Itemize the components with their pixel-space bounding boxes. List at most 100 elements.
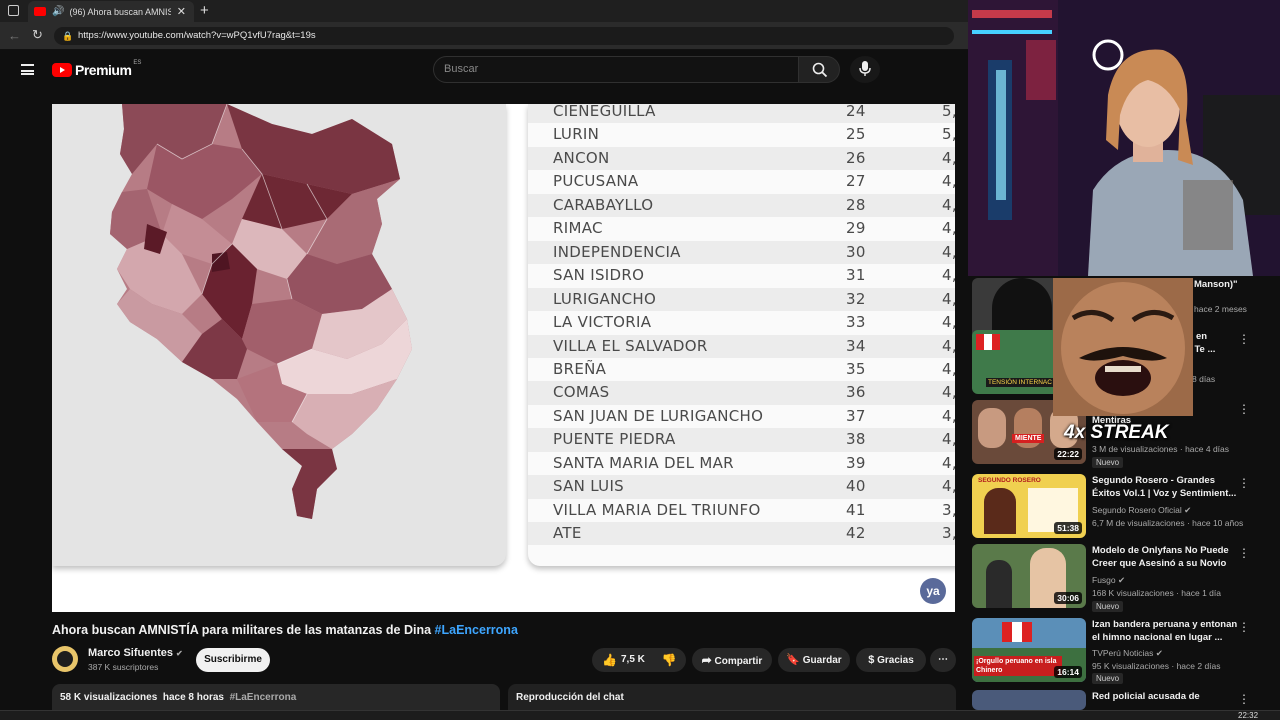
district-value: 4, xyxy=(942,313,955,332)
new-tab-icon[interactable]: + xyxy=(200,2,209,19)
subscriber-count: 387 K suscriptores xyxy=(88,662,159,672)
recommendation-item[interactable]: 30:06 Modelo de Onlyfans No Puede Creer q… xyxy=(972,544,1268,612)
speaker-icon[interactable]: 🔊 xyxy=(52,6,64,17)
recommendation-thumbnail[interactable] xyxy=(972,690,1086,710)
new-badge: Nuevo xyxy=(1092,601,1124,612)
table-row: SAN LUIS 40 4, xyxy=(528,475,955,499)
recommendation-title[interactable]: Manson)" xyxy=(1194,278,1280,291)
lima-districts-map xyxy=(110,104,412,519)
recommendation-channel[interactable]: Segundo Rosero Oficial ✔ xyxy=(1092,505,1191,516)
channel-avatar[interactable] xyxy=(52,646,78,672)
recommendation-title[interactable]: Red policial acusada de xyxy=(1092,690,1252,703)
recommendation-channel[interactable]: TVPerú Noticias ✔ xyxy=(1092,648,1163,659)
youtube-logo[interactable]: Premium ES xyxy=(52,60,141,78)
table-row: SANTA MARIA DEL MAR 39 4, xyxy=(528,452,955,475)
district-name: SAN LUIS xyxy=(553,477,624,496)
streak-counter: 4x STREAK xyxy=(1064,422,1169,443)
channel-name-text: Segundo Rosero Oficial xyxy=(1092,505,1182,515)
table-row: ANCON 26 4, xyxy=(528,146,955,171)
table-row: BREÑA 35 4, xyxy=(528,358,955,381)
district-name: RIMAC xyxy=(553,219,603,238)
district-rank: 32 xyxy=(846,289,866,308)
channel-watermark[interactable]: ya xyxy=(920,578,946,604)
search-button[interactable] xyxy=(798,56,840,83)
back-icon[interactable]: ← xyxy=(8,28,21,43)
map-panel xyxy=(52,104,506,566)
recommendation-title[interactable]: Izan bandera peruana y entonan el himno n… xyxy=(1092,618,1252,644)
district-rank: 26 xyxy=(846,148,866,167)
thumbs-up-icon: 👍 xyxy=(602,653,617,667)
district-value: 5, xyxy=(942,104,955,120)
more-horizontal-icon: ⋯ xyxy=(938,654,948,665)
video-duration: 51:38 xyxy=(1054,522,1082,534)
share-button[interactable]: ➦ Compartir xyxy=(692,648,772,672)
more-options-icon[interactable]: ⋮ xyxy=(1238,476,1250,490)
district-rank: 33 xyxy=(846,313,866,332)
thumbnail-caption: SEGUNDO ROSERO xyxy=(978,477,1041,484)
recommendation-title[interactable]: Modelo de Onlyfans No Puede Creer que Ase… xyxy=(1092,544,1252,570)
thanks-button[interactable]: $ Gracias xyxy=(856,648,926,672)
subscribe-button[interactable]: Suscribirme xyxy=(196,648,270,672)
district-name: INDEPENDENCIA xyxy=(553,242,681,261)
recommendation-item[interactable]: SEGUNDO ROSERO 51:38 Segundo Rosero - Gr… xyxy=(972,474,1268,538)
watermark-text: ya xyxy=(926,584,940,598)
bookmark-icon: 🔖 xyxy=(786,654,800,666)
recommendation-item[interactable]: ¡Orgullo peruano en isla Chinero 16:14 I… xyxy=(972,618,1268,684)
window-menu-icon[interactable] xyxy=(8,5,19,16)
more-options-icon[interactable]: ⋮ xyxy=(1238,692,1250,706)
verified-icon: ✔ xyxy=(176,649,183,658)
table-row: CIENEGUILLA 24 5, xyxy=(528,104,955,124)
district-rank: 31 xyxy=(846,266,866,285)
recommendation-title[interactable]: Segundo Rosero - Grandes Éxitos Vol.1 | V… xyxy=(1092,474,1252,500)
district-rank: 35 xyxy=(846,359,866,378)
save-label: Guardar xyxy=(802,655,842,666)
recommendation-title[interactable]: O en o Te ... xyxy=(1186,330,1280,356)
reload-icon[interactable]: ↻ xyxy=(32,27,43,43)
video-title-hashtag[interactable]: #LaEncerrona xyxy=(435,623,518,637)
district-rank: 41 xyxy=(846,500,866,519)
district-value: 4, xyxy=(942,289,955,308)
table-row: INDEPENDENCIA 30 4, xyxy=(528,240,955,265)
more-options-icon[interactable]: ⋮ xyxy=(1238,402,1250,416)
recommendation-thumbnail[interactable]: ¡Orgullo peruano en isla Chinero 16:14 xyxy=(972,618,1086,682)
table-row: CARABAYLLO 28 4, xyxy=(528,193,955,218)
district-value: 4, xyxy=(942,242,955,261)
search-input[interactable]: Buscar xyxy=(433,56,799,83)
description-hashtag[interactable]: #LaEncerrona xyxy=(230,692,297,703)
recommendation-thumbnail[interactable]: 30:06 xyxy=(972,544,1086,608)
recommendation-meta: hace 2 meses xyxy=(1194,304,1247,314)
channel-name[interactable]: Marco Sifuentes ✔ xyxy=(88,647,183,659)
recommendation-channel[interactable]: Fusgo ✔ xyxy=(1092,575,1125,586)
thanks-dollar-icon: $ xyxy=(868,654,875,666)
hamburger-menu-icon[interactable] xyxy=(21,64,34,75)
district-value: 4, xyxy=(942,336,955,355)
recommendation-title-line: Izan bandera peruana y entonan xyxy=(1092,619,1238,630)
recommendation-thumbnail[interactable]: SEGUNDO ROSERO 51:38 xyxy=(972,474,1086,538)
video-player[interactable]: CIENEGUILLA245,LURIN255,ANCON264,PUCUSAN… xyxy=(52,104,955,612)
district-value: 5, xyxy=(942,125,955,144)
meme-overlay xyxy=(1053,278,1193,416)
more-options-icon[interactable]: ⋮ xyxy=(1238,620,1250,634)
district-rank: 28 xyxy=(846,195,866,214)
video-duration: 16:14 xyxy=(1054,666,1082,678)
district-name: PUCUSANA xyxy=(553,172,639,191)
browser-tab[interactable]: 🔊 (96) Ahora buscan AMNISTÍA ✕ xyxy=(28,1,194,22)
like-button[interactable]: 👍 7,5 K xyxy=(598,648,648,672)
streamer-webcam-overlay xyxy=(968,0,1280,276)
save-button[interactable]: 🔖 Guardar xyxy=(778,648,850,672)
address-bar: ← ↻ 🔒 https://www.youtube.com/watch?v=wP… xyxy=(0,22,968,50)
upload-time: hace 8 horas xyxy=(162,692,224,703)
dislike-button[interactable]: 👎 xyxy=(656,648,682,672)
url-field[interactable]: 🔒 https://www.youtube.com/watch?v=wPQ1vf… xyxy=(54,27,954,45)
district-value: 4, xyxy=(942,219,955,238)
district-value: 4, xyxy=(942,195,955,214)
more-actions-button[interactable]: ⋯ xyxy=(930,648,956,672)
verified-icon: ✔ xyxy=(1184,505,1192,515)
thanks-label: Gracias xyxy=(877,655,914,666)
tab-close-icon[interactable]: ✕ xyxy=(177,5,186,18)
more-options-icon[interactable]: ⋮ xyxy=(1238,332,1250,346)
more-options-icon[interactable]: ⋮ xyxy=(1238,546,1250,560)
recommendation-item[interactable]: Red policial acusada de ⋮ xyxy=(972,690,1268,710)
district-rank: 42 xyxy=(846,524,866,543)
voice-search-button[interactable] xyxy=(850,56,880,83)
